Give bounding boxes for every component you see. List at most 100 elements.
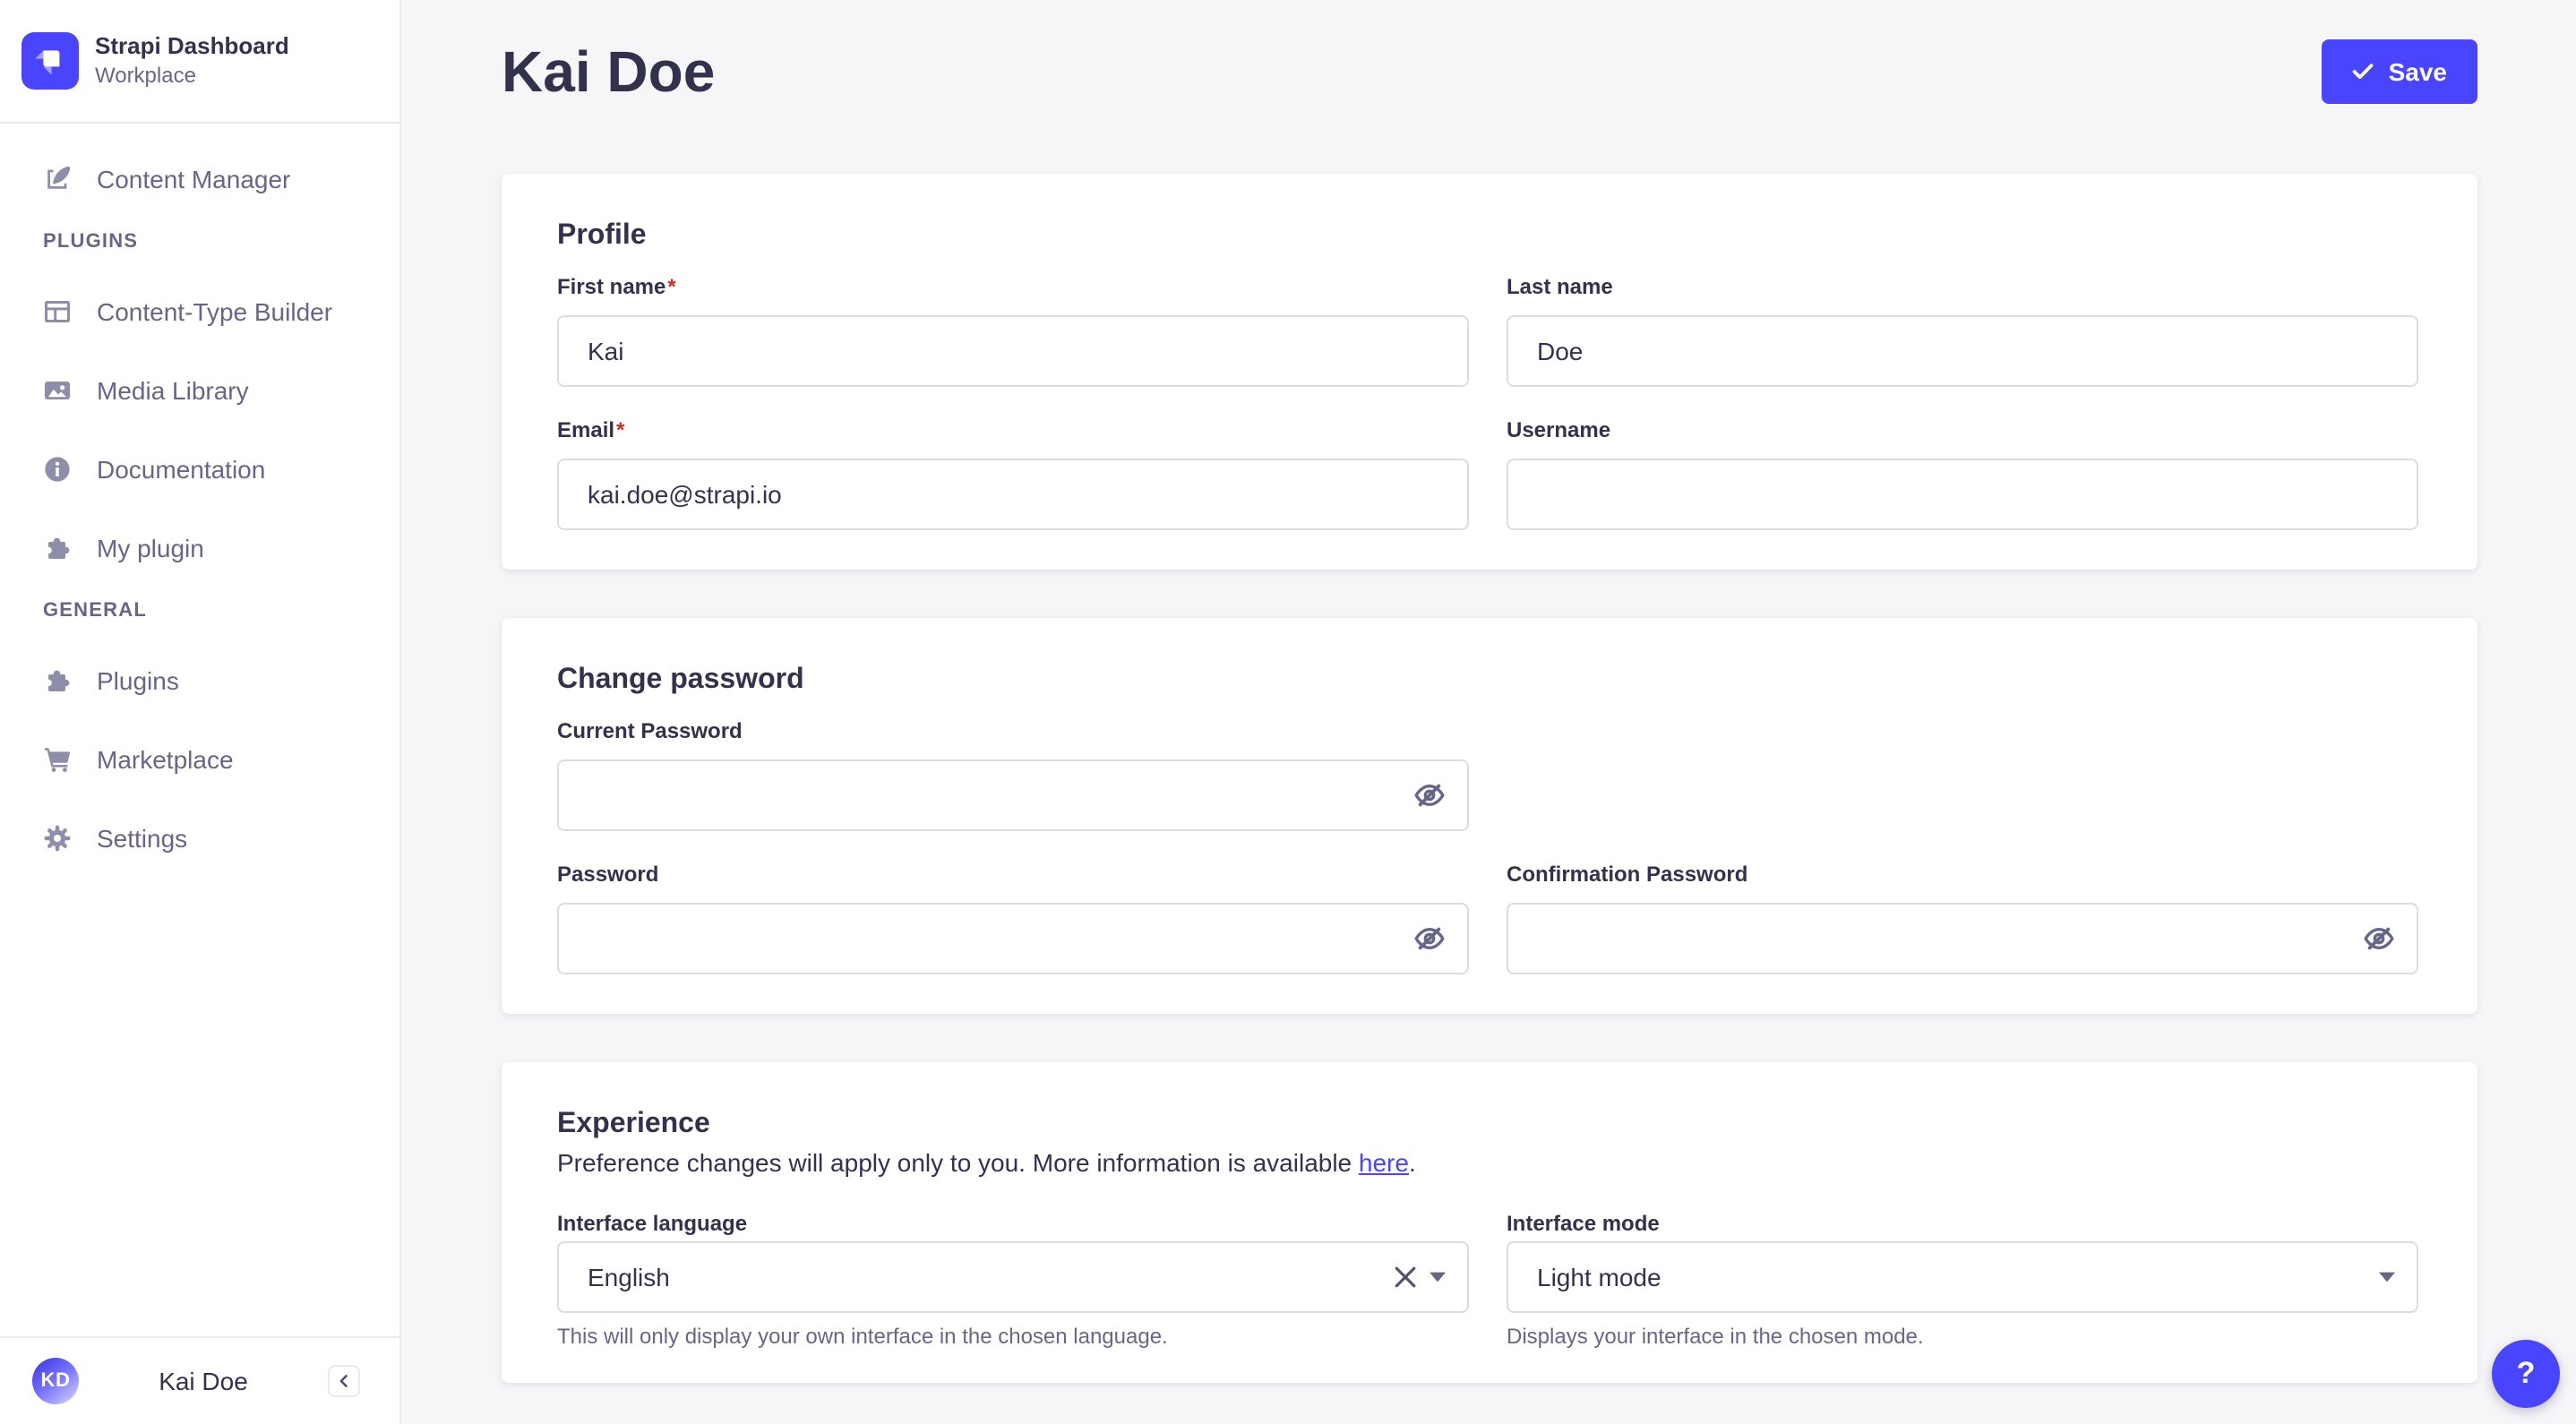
sidebar-item-content-manager[interactable]: Content Manager (0, 150, 399, 208)
new-password-field: Password (557, 860, 1469, 974)
sidebar-section-plugins: PLUGINS (43, 231, 139, 253)
first-name-label: First name * (557, 272, 1469, 301)
cart-icon (43, 745, 72, 774)
write-icon (43, 165, 72, 193)
field-label-text: Username (1507, 417, 1611, 442)
eye-off-icon (1413, 779, 1446, 811)
sidebar-nav: Content Manager PLUGINS Content-Type Bui… (0, 124, 399, 1336)
selected-mode: Light mode (1537, 1263, 1662, 1291)
sidebar-item-label: Settings (97, 824, 188, 853)
strapi-dashboard: Strapi Dashboard Workplace Content Manag… (0, 0, 2576, 1424)
sidebar-item-content-type-builder[interactable]: Content-Type Builder (0, 283, 399, 340)
confirmation-password-input[interactable] (1508, 905, 2417, 973)
sidebar-item-label: Documentation (97, 455, 266, 484)
first-name-input[interactable] (557, 315, 1469, 387)
chevron-left-icon (335, 1372, 353, 1390)
check-icon (2353, 63, 2374, 81)
sidebar-item-marketplace[interactable]: Marketplace (0, 731, 399, 788)
sidebar-item-my-plugin[interactable]: My plugin (0, 519, 399, 577)
help-button[interactable]: ? (2492, 1340, 2560, 1408)
username-label: Username (1507, 416, 2418, 444)
save-button[interactable]: Save (2322, 39, 2477, 104)
experience-title: Experience (557, 1109, 710, 1139)
puzzle-icon (43, 666, 72, 695)
caret-down-icon (1430, 1272, 1446, 1282)
last-name-label: Last name (1507, 272, 2418, 301)
workspace-brand[interactable]: Strapi Dashboard Workplace (0, 0, 399, 124)
first-name-field: First name * (557, 272, 1469, 387)
caret-down-icon (2379, 1272, 2395, 1282)
current-password-input[interactable] (559, 761, 1467, 829)
avatar: KD (32, 1358, 79, 1404)
collapse-sidebar-button[interactable] (328, 1365, 360, 1397)
field-label-text: Interface language (557, 1211, 748, 1236)
main-content: Kai Doe Save Profile First name* Last na… (401, 0, 2576, 1424)
description-text: Preference changes will apply only to yo… (557, 1148, 1359, 1177)
experience-card: Experience Preference changes will apply… (502, 1062, 2477, 1383)
username-field: Username (1507, 416, 2418, 530)
workspace-subtitle: Workplace (95, 63, 196, 88)
required-marker: * (616, 417, 625, 442)
sidebar-item-media-library[interactable]: Media Library (0, 362, 399, 419)
interface-mode-label: Interface mode (1507, 1209, 2418, 1238)
interface-language-select[interactable]: English (557, 1241, 1469, 1313)
interface-mode-field: Interface mode Light mode Displays your … (1507, 1209, 2418, 1351)
confirmation-password-input-wrap (1507, 903, 2418, 974)
interface-mode-hint: Displays your interface in the chosen mo… (1507, 1324, 1924, 1349)
field-label-text: Interface mode (1507, 1211, 1660, 1236)
email-input[interactable] (557, 459, 1469, 530)
sidebar-item-documentation[interactable]: Documentation (0, 441, 399, 498)
page-title: Kai Doe (502, 39, 716, 104)
sidebar-item-label: Content Manager (97, 165, 291, 193)
new-password-input[interactable] (559, 905, 1467, 973)
experience-description: Preference changes will apply only to yo… (557, 1145, 2418, 1180)
field-label-text: Last name (1507, 274, 1613, 299)
field-label-text: Current Password (557, 718, 743, 743)
puzzle-icon (43, 534, 72, 562)
change-password-card: Change password Current Password Passwor… (502, 618, 2477, 1014)
eye-off-icon (1413, 922, 1446, 955)
confirmation-password-field: Confirmation Password (1507, 860, 2418, 974)
new-password-label: Password (557, 860, 1469, 888)
change-password-title: Change password (557, 665, 804, 695)
sidebar-footer: KD Kai Doe (0, 1336, 399, 1424)
save-button-label: Save (2388, 57, 2447, 86)
current-password-label: Current Password (557, 716, 1469, 745)
new-password-input-wrap (557, 903, 1469, 974)
experience-fields-grid: Interface language English This will onl… (557, 1209, 2418, 1351)
interface-mode-select[interactable]: Light mode (1507, 1241, 2418, 1313)
gear-icon (43, 824, 72, 853)
sidebar-item-settings[interactable]: Settings (0, 810, 399, 867)
interface-language-hint: This will only display your own interfac… (557, 1324, 1168, 1349)
workspace-title: Strapi Dashboard (95, 32, 289, 59)
email-label: Email * (557, 416, 1469, 444)
strapi-logo-icon (21, 32, 79, 90)
field-label-text: First name (557, 274, 666, 299)
toggle-password-visibility-button[interactable] (1413, 922, 1446, 955)
page-header: Kai Doe Save (502, 36, 2477, 107)
sidebar-item-label: Plugins (97, 666, 179, 695)
selected-language: English (588, 1263, 670, 1291)
info-icon (43, 455, 72, 484)
more-info-link[interactable]: here (1359, 1148, 1409, 1177)
eye-off-icon (2363, 922, 2395, 955)
profile-card: Profile First name* Last name Email* Use… (502, 174, 2477, 570)
description-end: . (1408, 1148, 1416, 1177)
toggle-password-visibility-button[interactable] (1413, 779, 1446, 811)
image-icon (43, 376, 72, 405)
clear-selection-button[interactable] (1394, 1265, 1417, 1289)
sidebar-item-plugins[interactable]: Plugins (0, 652, 399, 709)
toggle-password-visibility-button[interactable] (2363, 922, 2395, 955)
user-name: Kai Doe (159, 1367, 248, 1395)
profile-fields-grid: First name* Last name Email* Username (557, 272, 2418, 530)
interface-language-label: Interface language (557, 1209, 1469, 1238)
field-label-text: Confirmation Password (1507, 862, 1748, 887)
username-input[interactable] (1507, 459, 2418, 530)
x-icon (1394, 1265, 1417, 1289)
field-label-text: Password (557, 862, 659, 887)
layout-icon (43, 297, 72, 326)
required-marker: * (667, 274, 676, 299)
last-name-input[interactable] (1507, 315, 2418, 387)
profile-card-title: Profile (557, 220, 647, 251)
last-name-field: Last name (1507, 272, 2418, 387)
